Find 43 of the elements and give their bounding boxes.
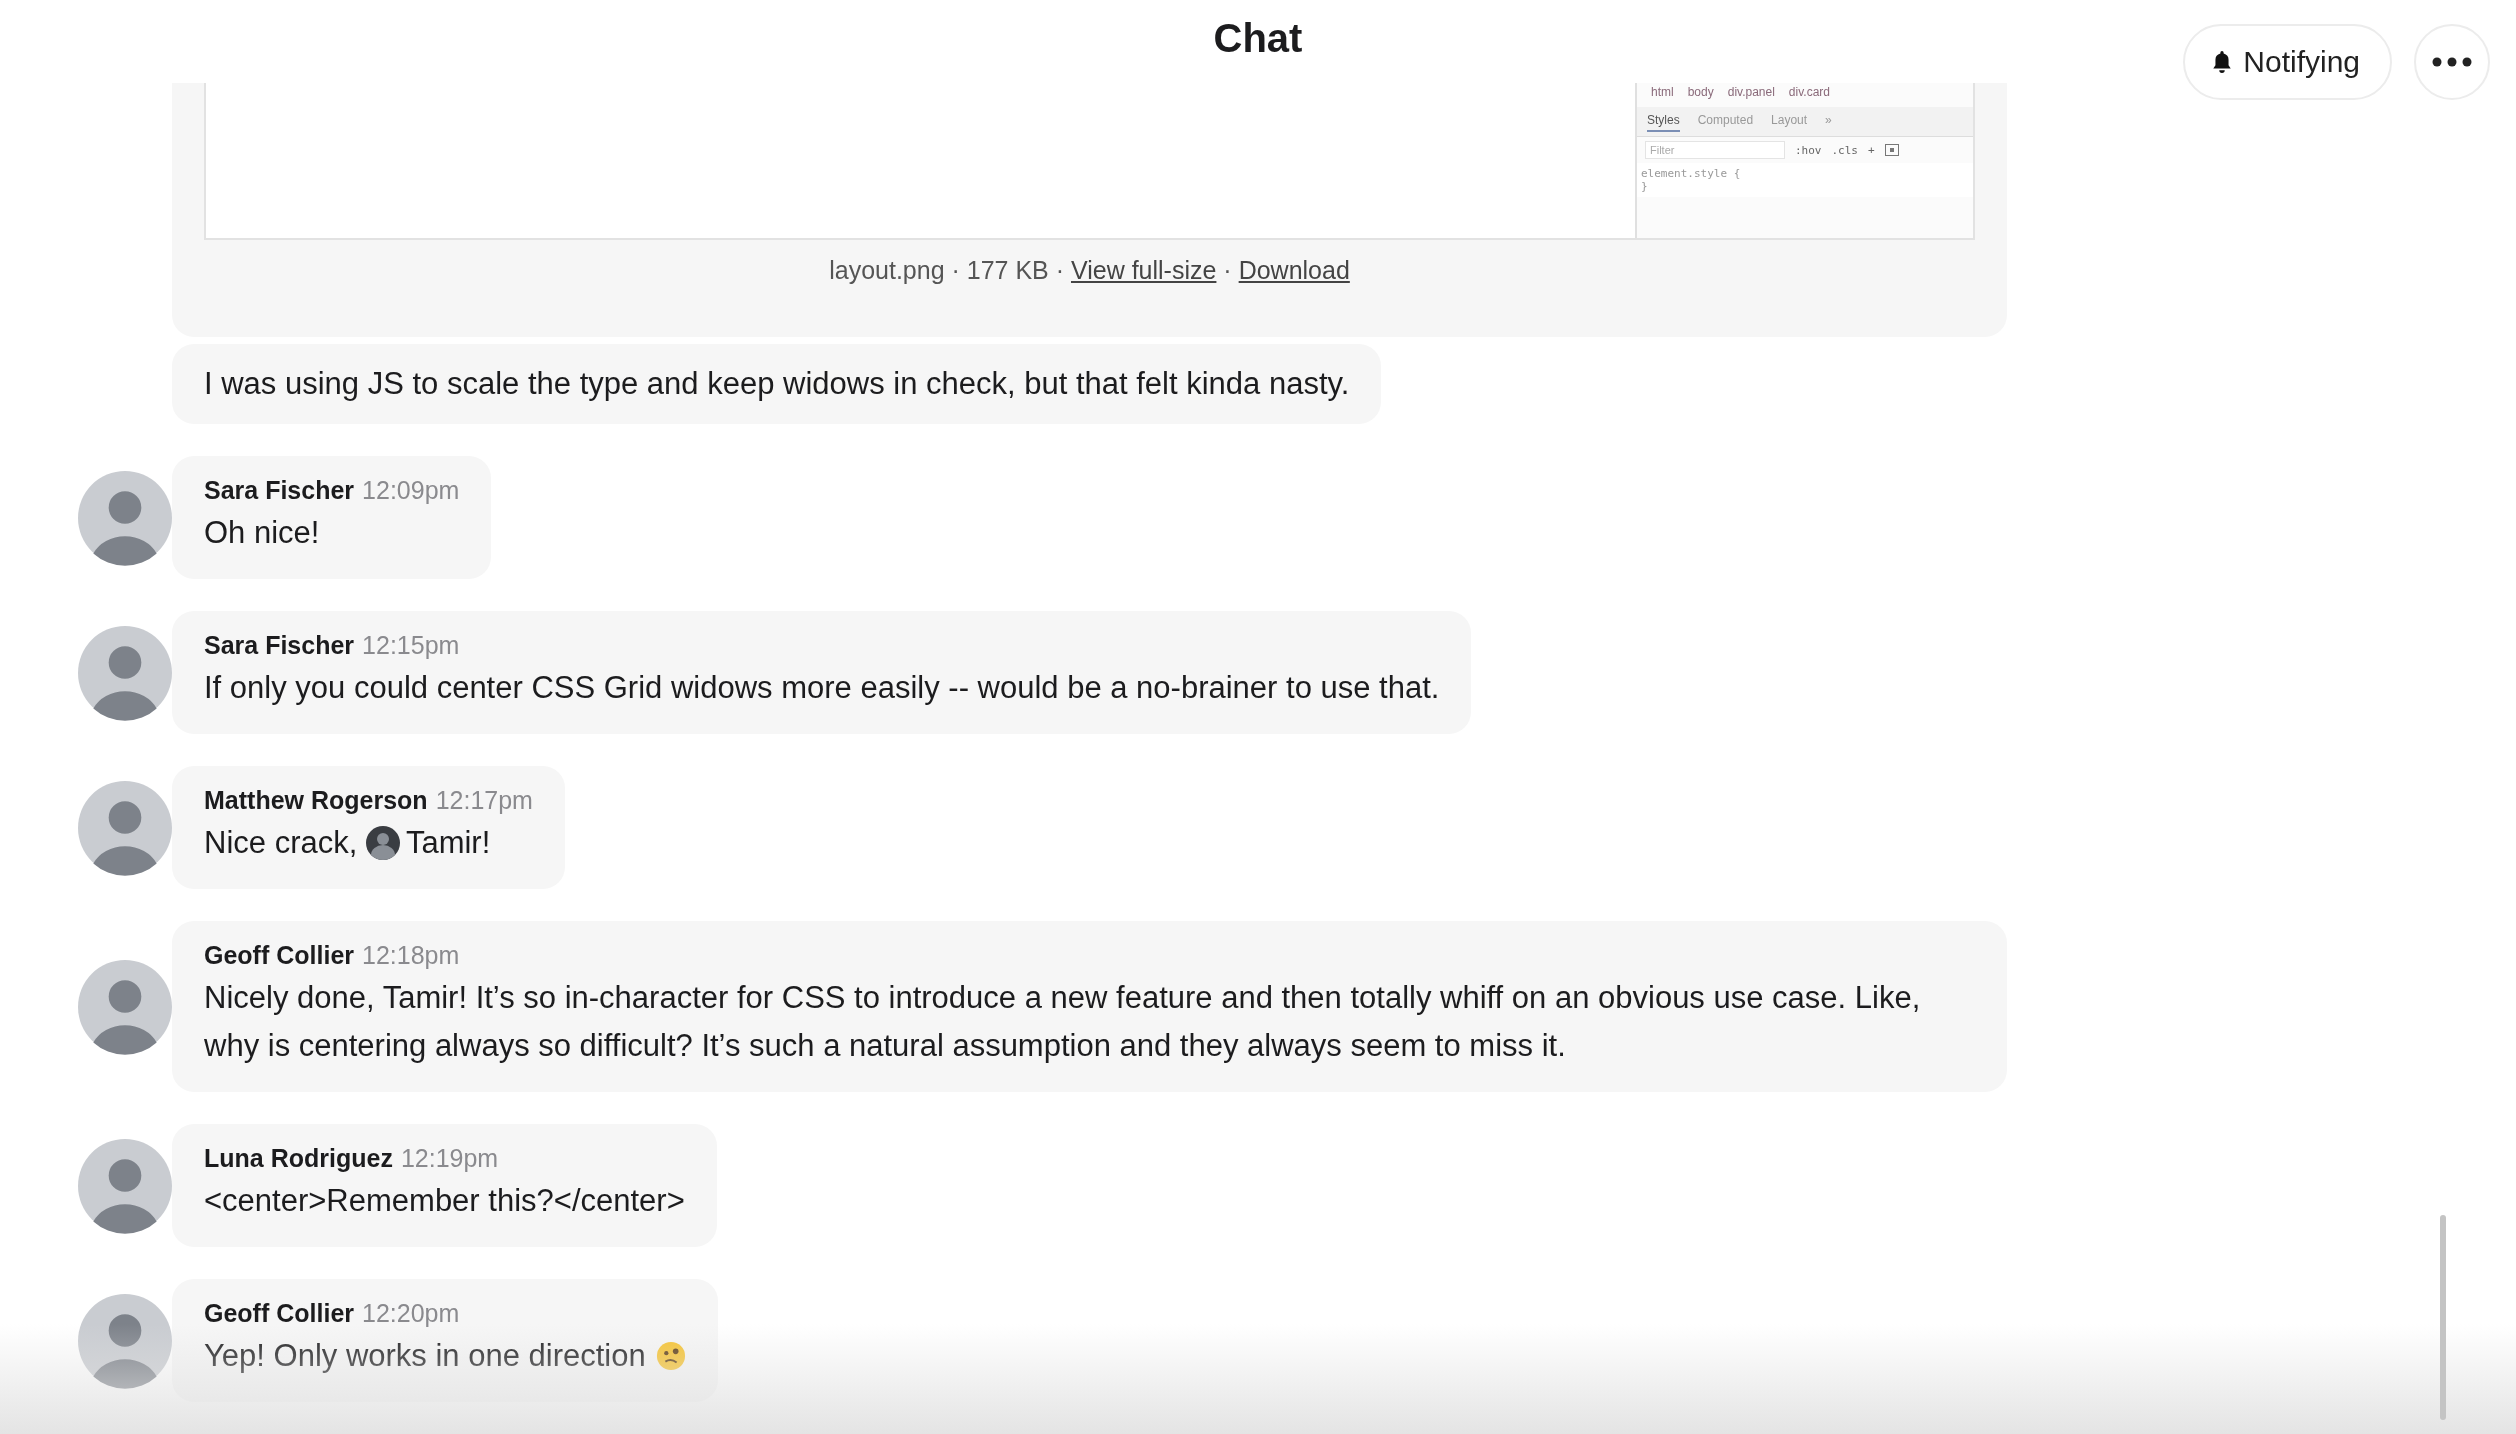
message-text: Nicely done, Tamir! It’s so in-character for CSS to introduce a new feature and then totally whiff on an obvious use case. Like, why is centering always so difficult? It’s such a natural assumption and they always seem to miss it. (204, 980, 1921, 1063)
message-text: Yep! Only works in one direction (204, 1338, 647, 1373)
message-text: If only you could center CSS Grid widows more easily -- would be a no-brainer to use that. (204, 670, 1440, 705)
timestamp: 12:18pm (362, 941, 460, 970)
message-text: <center>Remember this?</center> (204, 1183, 685, 1218)
toolbar-button[interactable]: + (1868, 143, 1875, 157)
attachment-link[interactable]: Download (1238, 256, 1350, 284)
author-name[interactable]: Luna Rodriguez (204, 1144, 393, 1173)
chat-title: Chat (1212, 16, 1304, 61)
message-text: Oh nice! (204, 515, 320, 550)
author-name[interactable]: Sara Fischer (204, 476, 355, 505)
message-text: Nice crack, (204, 825, 359, 860)
breadcrumb[interactable]: body (1687, 85, 1714, 99)
breadcrumb[interactable]: div.panel (1727, 85, 1775, 99)
breadcrumb[interactable]: div.card (1788, 85, 1830, 99)
attachment-link[interactable]: View full-size (1071, 256, 1217, 284)
notifying-button[interactable]: Notifying (2183, 24, 2392, 100)
timestamp: 12:17pm (435, 786, 533, 815)
mention-link[interactable]: Tamir! (365, 819, 491, 867)
author-name[interactable]: Geoff Collier (204, 1299, 354, 1328)
sidebar-toggle-icon[interactable] (1884, 144, 1899, 156)
author-name[interactable]: Matthew Rogerson (204, 786, 428, 815)
toolbar-button[interactable]: :hov (1795, 143, 1822, 157)
message-text: I was using JS to scale the type and keep widows in check, but that felt kinda nasty. (204, 366, 1350, 401)
author-name[interactable]: Sara Fischer (204, 631, 355, 660)
toolbar-button[interactable]: .cls (1831, 143, 1858, 157)
filter-field[interactable]: Filter (1645, 141, 1785, 159)
file-info: layout.png · 177 KB · (829, 256, 1066, 284)
bell-icon (2211, 50, 2234, 74)
timestamp: 12:19pm (400, 1144, 499, 1173)
timestamp: 12:20pm (362, 1299, 460, 1328)
devtools-tab[interactable]: Styles (1647, 113, 1680, 132)
breadcrumb[interactable]: html (1651, 85, 1674, 99)
separator-dot: · (1222, 256, 1233, 284)
timestamp: 12:09pm (362, 476, 460, 505)
scrollbar[interactable] (2440, 1215, 2446, 1420)
timestamp: 12:15pm (362, 631, 460, 660)
more-icon (2432, 57, 2472, 67)
author-name[interactable]: Geoff Collier (204, 941, 354, 970)
code-line: } (1641, 180, 1649, 193)
emoji-icon (656, 1341, 687, 1371)
code-line: element.style { (1641, 167, 1742, 180)
avatar (365, 826, 400, 860)
